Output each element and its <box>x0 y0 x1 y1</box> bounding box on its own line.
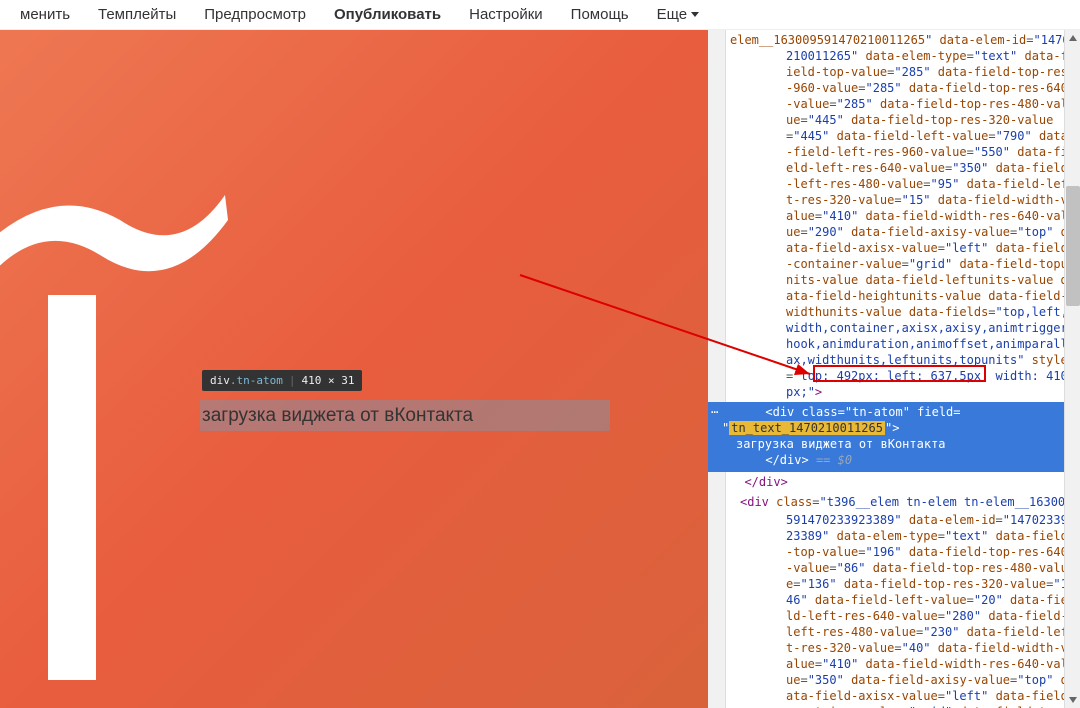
tooltip-separator: | <box>289 374 296 387</box>
scroll-track[interactable] <box>1065 46 1080 692</box>
selected-text-content: загрузка виджета от вКонтакта <box>722 436 1074 452</box>
arrow-down-icon <box>1069 697 1077 703</box>
devtools-scrollbar[interactable] <box>1064 30 1080 708</box>
nav-item-settings[interactable]: Настройки <box>469 6 543 23</box>
nav-item-change[interactable]: менить <box>20 6 70 23</box>
tooltip-dimensions: 410 × 31 <box>301 374 354 387</box>
code-line[interactable]: ▶<div class="t396__elem tn-elem tn-elem_… <box>726 492 1080 708</box>
eq-dollar-indicator: == $0 <box>816 453 852 467</box>
nav-more-label: Еще <box>657 6 688 23</box>
nav-item-publish[interactable]: Опубликовать <box>334 6 441 23</box>
arrow-up-icon <box>1069 35 1077 41</box>
scroll-down-button[interactable] <box>1065 692 1080 708</box>
main-area: div.tn-atom | 410 × 31 загрузка виджета … <box>0 30 1080 708</box>
tilda-logo-icon <box>0 160 230 680</box>
highlighted-field-value: tn_text_1470210011265 <box>729 421 885 435</box>
tooltip-class: .tn-atom <box>230 374 283 387</box>
nav-item-templates[interactable]: Темплейты <box>98 6 176 23</box>
scroll-thumb[interactable] <box>1066 186 1080 306</box>
page-preview: div.tn-atom | 410 × 31 загрузка виджета … <box>0 30 708 708</box>
expand-triangle-icon[interactable]: ▶ <box>730 496 740 512</box>
widget-text-element[interactable]: загрузка виджета от вКонтакта <box>200 400 610 431</box>
chevron-down-icon <box>691 12 699 17</box>
devtools-panel[interactable]: elem__16300959147021001​1265" data-elem-… <box>708 30 1080 708</box>
nav-item-more[interactable]: Еще <box>657 6 700 23</box>
scroll-up-button[interactable] <box>1065 30 1080 46</box>
selected-code-block[interactable]: ⋯ <div class="tn-atom" field= "tn_text_1… <box>708 402 1080 472</box>
code-line[interactable]: </div> <box>726 472 1080 492</box>
expand-dots-icon[interactable]: ⋯ <box>708 404 721 420</box>
nav-item-help[interactable]: Помощь <box>571 6 629 23</box>
code-line[interactable]: elem__16300959147021001​1265" data-elem-… <box>726 30 1080 402</box>
inspector-tooltip: div.tn-atom | 410 × 31 <box>202 370 362 391</box>
devtools-gutter <box>708 30 726 708</box>
tooltip-tag: div <box>210 374 230 387</box>
nav-item-preview[interactable]: Предпросмотр <box>204 6 306 23</box>
top-nav: менить Темплейты Предпросмотр Опубликова… <box>0 0 1080 30</box>
